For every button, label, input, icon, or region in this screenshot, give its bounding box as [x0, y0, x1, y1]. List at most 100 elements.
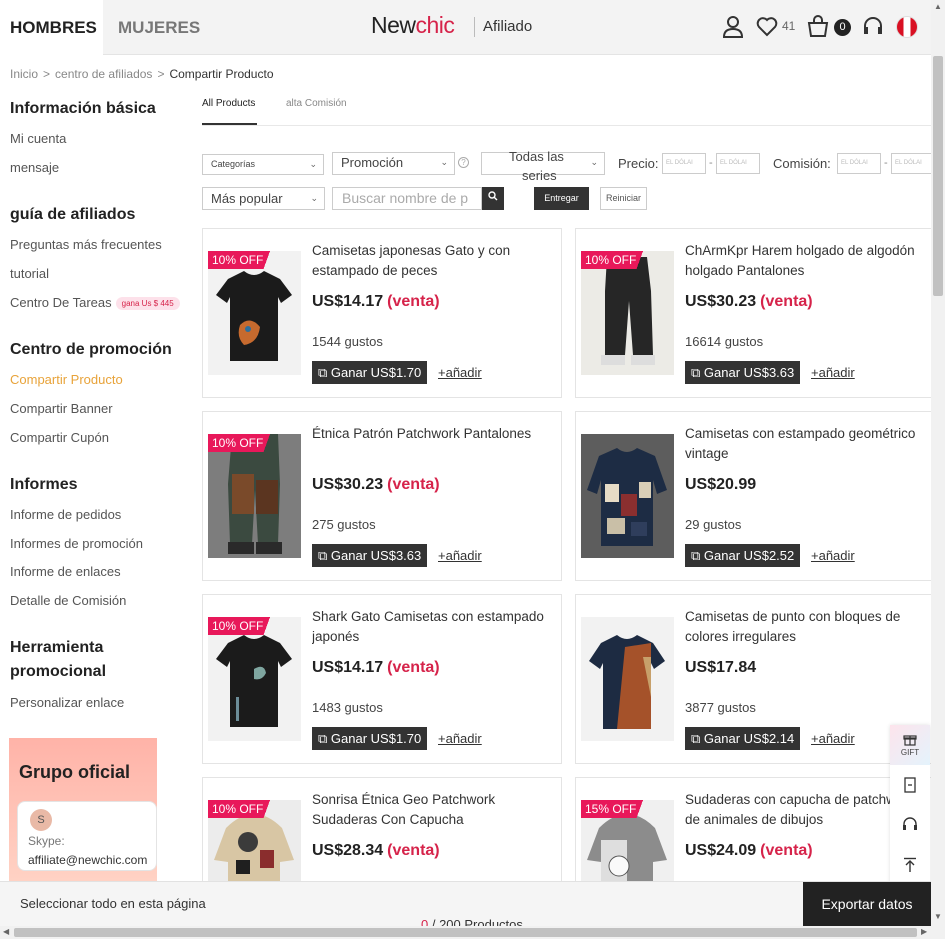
earn-button[interactable]: ⧉ Ganar US$3.63: [312, 544, 428, 567]
export-data-button[interactable]: Exportar datos: [803, 882, 931, 927]
earn-button[interactable]: ⧉ Ganar US$3.63: [685, 361, 801, 384]
scroll-down-arrow-icon[interactable]: ▼: [934, 912, 942, 921]
support-button[interactable]: [890, 805, 930, 845]
product-title[interactable]: Camisetas japonesas Gato y con estampado…: [312, 241, 557, 280]
horizontal-scroll-thumb[interactable]: [14, 928, 917, 937]
product-card: 15% OFF Sudaderas con capucha de patchwo…: [575, 777, 931, 881]
sidebar-item-link-report[interactable]: Informe de enlaces: [10, 564, 121, 579]
search-button[interactable]: [482, 187, 504, 210]
product-card: 10% OFF Étnica Patrón Patchwork Pantalon…: [202, 411, 562, 581]
sidebar-item-order-report[interactable]: Informe de pedidos: [10, 507, 121, 522]
sidebar-item-faq[interactable]: Preguntas más frecuentes: [10, 237, 162, 252]
sort-select-value: Más popular: [211, 191, 283, 206]
skype-email[interactable]: affiliate@newchic.com: [28, 853, 147, 867]
add-link[interactable]: +añadir: [811, 548, 855, 563]
product-price: US$30.23 (venta): [312, 476, 440, 494]
add-link[interactable]: +añadir: [438, 548, 482, 563]
product-title[interactable]: Sonrisa Étnica Geo Patchwork Sudaderas C…: [312, 790, 557, 829]
tab-high-commission[interactable]: alta Comisión: [286, 98, 347, 125]
select-all-checkbox[interactable]: Seleccionar todo en esta página: [20, 896, 206, 911]
horizontal-scrollbar[interactable]: ◀ ▶: [0, 926, 945, 939]
heart-icon[interactable]: [756, 16, 778, 42]
sidebar-item-share-product[interactable]: Compartir Producto: [10, 372, 123, 387]
promotion-select[interactable]: Promoción ⌄: [332, 152, 455, 175]
earn-button[interactable]: ⧉ Ganar US$1.70: [312, 727, 428, 750]
vertical-scrollbar[interactable]: ▲ ▼: [931, 0, 945, 926]
user-icon[interactable]: [722, 15, 744, 44]
search-input[interactable]: Buscar nombre de p: [332, 187, 482, 210]
tab-hombres[interactable]: HOMBRES: [0, 0, 103, 55]
likes-count: 1483 gustos: [312, 700, 383, 715]
breadcrumb-affiliate-center[interactable]: centro de afiliados: [55, 67, 152, 81]
earn-button[interactable]: ⧉ Ganar US$1.70: [312, 361, 428, 384]
category-select[interactable]: Categorías ⌄: [202, 154, 324, 175]
sort-select[interactable]: Más popular ⌄: [202, 187, 325, 210]
series-select-value-line1: Todas las: [509, 149, 564, 164]
sidebar-item-promotion-report[interactable]: Informes de promoción: [10, 536, 143, 551]
sale-label: (venta): [387, 293, 440, 310]
price-value: US$28.34: [312, 842, 384, 859]
price-min-input[interactable]: EL DÓLAI: [662, 153, 706, 174]
discount-badge: 15% OFF: [581, 800, 653, 818]
product-image[interactable]: [581, 617, 674, 741]
gift-button[interactable]: GIFT: [890, 725, 930, 765]
reset-button[interactable]: Reiniciar: [600, 187, 647, 210]
tab-mujeres[interactable]: MUJERES: [108, 0, 210, 55]
scroll-right-arrow-icon[interactable]: ▶: [921, 927, 927, 936]
scroll-left-arrow-icon[interactable]: ◀: [3, 927, 9, 936]
sidebar-item-message[interactable]: mensaje: [10, 160, 59, 175]
product-image[interactable]: [208, 251, 301, 375]
add-link[interactable]: +añadir: [438, 731, 482, 746]
discount-badge: 10% OFF: [208, 800, 280, 818]
price-max-input[interactable]: EL DÓLAI: [716, 153, 760, 174]
top-bar: HOMBRES MUJERES Newchic Afiliado 41 0: [0, 0, 931, 55]
sidebar-item-share-coupon[interactable]: Compartir Cupón: [10, 430, 109, 445]
newchic-logo[interactable]: Newchic: [371, 12, 455, 39]
skype-card: S Skype: affiliate@newchic.com: [17, 801, 157, 871]
submit-button[interactable]: Entregar: [534, 187, 589, 210]
scroll-up-arrow-icon[interactable]: ▲: [934, 2, 942, 11]
sidebar-item-task-center[interactable]: Centro De Tareas gana Us $ 445: [10, 295, 180, 311]
likes-count: 3877 gustos: [685, 700, 756, 715]
product-image[interactable]: [208, 617, 301, 741]
headset-icon[interactable]: [862, 16, 884, 43]
sidebar-item-share-banner[interactable]: Compartir Banner: [10, 401, 113, 416]
cart-icon[interactable]: [806, 15, 830, 44]
share-link-icon: ⧉: [318, 365, 328, 380]
tab-all-products[interactable]: All Products: [202, 98, 257, 125]
earn-label: Ganar US$1.70: [330, 365, 422, 380]
back-to-top-button[interactable]: [890, 845, 930, 885]
vertical-scroll-thumb[interactable]: [933, 56, 943, 296]
sidebar-item-custom-link[interactable]: Personalizar enlace: [10, 695, 124, 710]
product-price: US$14.17 (venta): [312, 659, 440, 677]
headset-icon: [903, 817, 917, 830]
product-image[interactable]: [581, 251, 674, 375]
product-title[interactable]: Camisetas de punto con bloques de colore…: [685, 607, 930, 646]
peru-flag-icon[interactable]: [896, 16, 918, 38]
sidebar-item-my-account[interactable]: Mi cuenta: [10, 131, 66, 146]
add-link[interactable]: +añadir: [811, 731, 855, 746]
earn-button[interactable]: ⧉ Ganar US$2.14: [685, 727, 801, 750]
category-select-value: Categorías: [211, 159, 256, 169]
series-select[interactable]: Todas las series ⌄: [481, 149, 605, 183]
add-link[interactable]: +añadir: [438, 365, 482, 380]
earn-button[interactable]: ⧉ Ganar US$2.52: [685, 544, 801, 567]
sidebar-item-commission-detail[interactable]: Detalle de Comisión: [10, 593, 126, 608]
commission-max-input[interactable]: EL DÓLAI: [891, 153, 931, 174]
note-button[interactable]: [890, 765, 930, 805]
earn-label: Ganar US$1.70: [330, 731, 422, 746]
product-image[interactable]: [208, 434, 301, 558]
earn-label: Ganar US$3.63: [330, 548, 422, 563]
product-image[interactable]: [581, 434, 674, 558]
product-title[interactable]: ChArmKpr Harem holgado de algodón holgad…: [685, 241, 930, 280]
breadcrumb-home[interactable]: Inicio: [10, 67, 38, 81]
add-link[interactable]: +añadir: [811, 365, 855, 380]
product-title[interactable]: Étnica Patrón Patchwork Pantalones: [312, 424, 557, 444]
note-icon: [904, 777, 916, 793]
commission-min-input[interactable]: EL DÓLAI: [837, 153, 881, 174]
logo-subtitle: Afiliado: [483, 18, 533, 35]
sidebar-item-tutorial[interactable]: tutorial: [10, 266, 49, 281]
product-title[interactable]: Camisetas con estampado geométrico vinta…: [685, 424, 930, 463]
product-title[interactable]: Shark Gato Camisetas con estampado japon…: [312, 607, 557, 646]
help-icon[interactable]: ?: [458, 157, 469, 168]
